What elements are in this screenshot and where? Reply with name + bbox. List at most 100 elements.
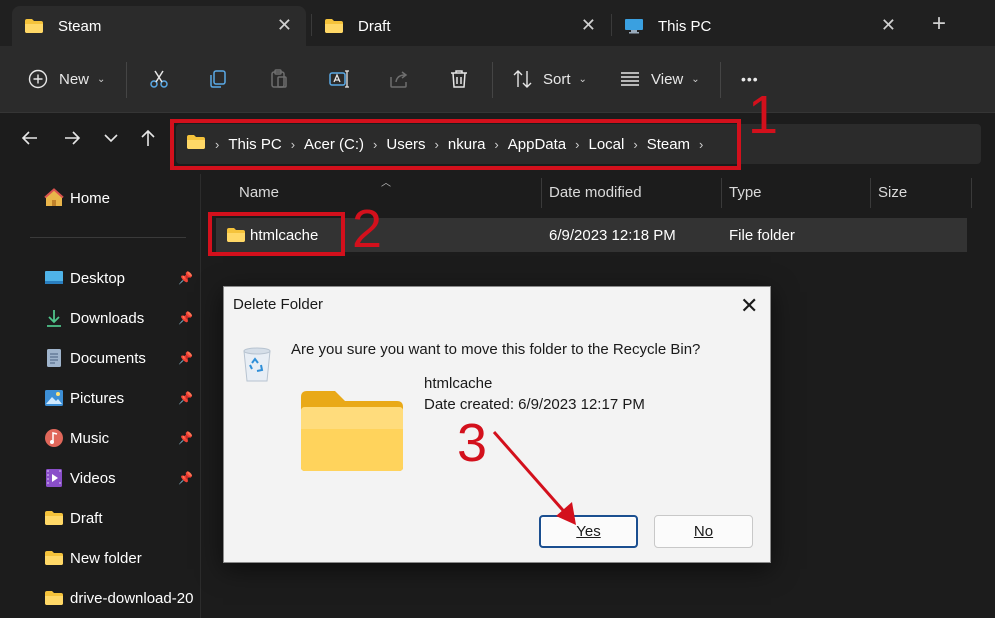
folder-icon: [44, 508, 64, 528]
close-icon[interactable]: ✕: [581, 15, 596, 36]
tab-draft[interactable]: Draft ✕: [312, 6, 610, 46]
toolbar-divider: [126, 62, 127, 98]
file-type: File folder: [729, 227, 795, 244]
arrow-left-icon: [21, 131, 37, 145]
arrow-right-icon: [65, 131, 81, 145]
annotation-box-2: [208, 212, 345, 256]
sidebar-divider: [30, 237, 186, 238]
document-icon: [44, 348, 64, 368]
annotation-arrow: [492, 431, 576, 525]
sidebar-item-downloads[interactable]: Downloads: [44, 306, 144, 330]
close-icon[interactable]: ✕: [740, 293, 758, 319]
toolbar-divider: [492, 62, 493, 98]
recent-locations-button[interactable]: [103, 128, 119, 153]
close-icon[interactable]: ✕: [277, 15, 292, 36]
sidebar-item-label: Home: [70, 189, 111, 207]
sidebar-item-draft[interactable]: Draft: [44, 506, 103, 530]
cut-button[interactable]: [148, 46, 170, 112]
dialog-item-name: htmlcache: [424, 375, 493, 392]
download-icon: [44, 308, 64, 328]
home-icon: [44, 188, 64, 208]
new-tab-button[interactable]: +: [932, 10, 946, 38]
no-button[interactable]: No: [654, 515, 753, 548]
view-label: View: [651, 70, 684, 88]
large-folder-icon: [299, 389, 405, 478]
column-divider[interactable]: [971, 178, 972, 208]
sidebar-item-new-folder[interactable]: New folder: [44, 546, 142, 570]
monitor-icon: [624, 18, 644, 34]
column-header-type[interactable]: Type: [729, 184, 762, 201]
music-icon: [44, 428, 64, 448]
plus-circle-icon: [28, 69, 48, 89]
column-header-size[interactable]: Size: [878, 184, 907, 201]
view-button[interactable]: View ⌄: [620, 46, 700, 112]
pin-icon: 📌: [178, 391, 193, 405]
desktop-icon: [44, 268, 64, 288]
delete-button[interactable]: [448, 46, 470, 112]
sidebar-item-label: Downloads: [70, 309, 145, 327]
chevron-down-icon: ⌄: [578, 73, 587, 85]
close-icon[interactable]: ✕: [881, 15, 896, 36]
clipboard-icon: [271, 69, 287, 88]
tab-steam[interactable]: Steam ✕: [12, 6, 306, 46]
forward-button[interactable]: [62, 128, 82, 153]
dialog-date-created: Date created: 6/9/2023 12:17 PM: [424, 396, 645, 413]
sidebar-item-pictures[interactable]: Pictures: [44, 386, 124, 410]
folder-icon: [44, 588, 64, 608]
recycle-bin-icon: [240, 345, 274, 388]
paste-button[interactable]: [268, 46, 290, 112]
sidebar-item-label: Pictures: [70, 389, 125, 407]
rename-button[interactable]: [328, 46, 350, 112]
date-created-label: Date created:: [424, 396, 515, 413]
sidebar-item-label: Videos: [70, 469, 116, 487]
trash-icon: [451, 70, 467, 88]
tab-label: This PC: [658, 17, 712, 35]
arrow-up-icon: [141, 129, 155, 146]
tab-strip: Steam ✕ Draft ✕ This PC ✕ +: [0, 0, 995, 46]
share-icon: [390, 71, 408, 88]
sidebar-item-label: New folder: [70, 549, 142, 567]
dialog-title: Delete Folder: [233, 296, 324, 313]
annotation-box-1: [170, 119, 741, 170]
sidebar-item-documents[interactable]: Documents: [44, 346, 146, 370]
toolbar-divider: [720, 62, 721, 98]
sort-ascending-icon: ︿: [381, 178, 391, 189]
sort-button[interactable]: Sort ⌄: [512, 46, 587, 112]
back-button[interactable]: [20, 128, 40, 153]
share-button[interactable]: [388, 46, 410, 112]
rename-icon: [329, 70, 349, 88]
folder-icon: [24, 18, 44, 34]
sidebar-item-home[interactable]: Home: [44, 186, 110, 210]
pin-icon: 📌: [178, 351, 193, 365]
column-header-date-modified[interactable]: Date modified: [549, 184, 642, 201]
view-icon: [621, 72, 639, 86]
sidebar-item-drive-download[interactable]: drive-download-20: [44, 586, 193, 610]
pane-divider[interactable]: [200, 174, 201, 618]
pin-icon: 📌: [178, 431, 193, 445]
tab-label: Draft: [358, 17, 391, 35]
copy-button[interactable]: [207, 46, 229, 112]
column-header-name[interactable]: Name: [239, 184, 279, 201]
folder-icon: [44, 548, 64, 568]
new-button[interactable]: New ⌄: [28, 46, 105, 112]
tab-this-pc[interactable]: This PC ✕: [612, 6, 910, 46]
sidebar-item-music[interactable]: Music: [44, 426, 109, 450]
column-divider[interactable]: [721, 178, 722, 208]
chevron-down-icon: ⌄: [97, 73, 106, 85]
divider: [0, 112, 995, 113]
column-divider[interactable]: [541, 178, 542, 208]
date-created-value: 6/9/2023 12:17 PM: [518, 396, 645, 413]
sort-label: Sort: [543, 70, 571, 88]
column-divider[interactable]: [870, 178, 871, 208]
sidebar-item-label: Draft: [70, 509, 103, 527]
sidebar-item-videos[interactable]: Videos: [44, 466, 116, 490]
up-button[interactable]: [138, 128, 158, 153]
chevron-down-icon: [104, 134, 118, 143]
pin-icon: 📌: [178, 471, 193, 485]
command-bar: New ⌄ Sort ⌄ View ⌄ •••: [0, 46, 995, 112]
file-date-modified: 6/9/2023 12:18 PM: [549, 227, 676, 244]
scissors-icon: [150, 70, 168, 88]
sidebar-item-desktop[interactable]: Desktop: [44, 266, 125, 290]
annotation-step-1: 1: [748, 85, 779, 145]
sidebar-item-label: Desktop: [70, 269, 126, 287]
